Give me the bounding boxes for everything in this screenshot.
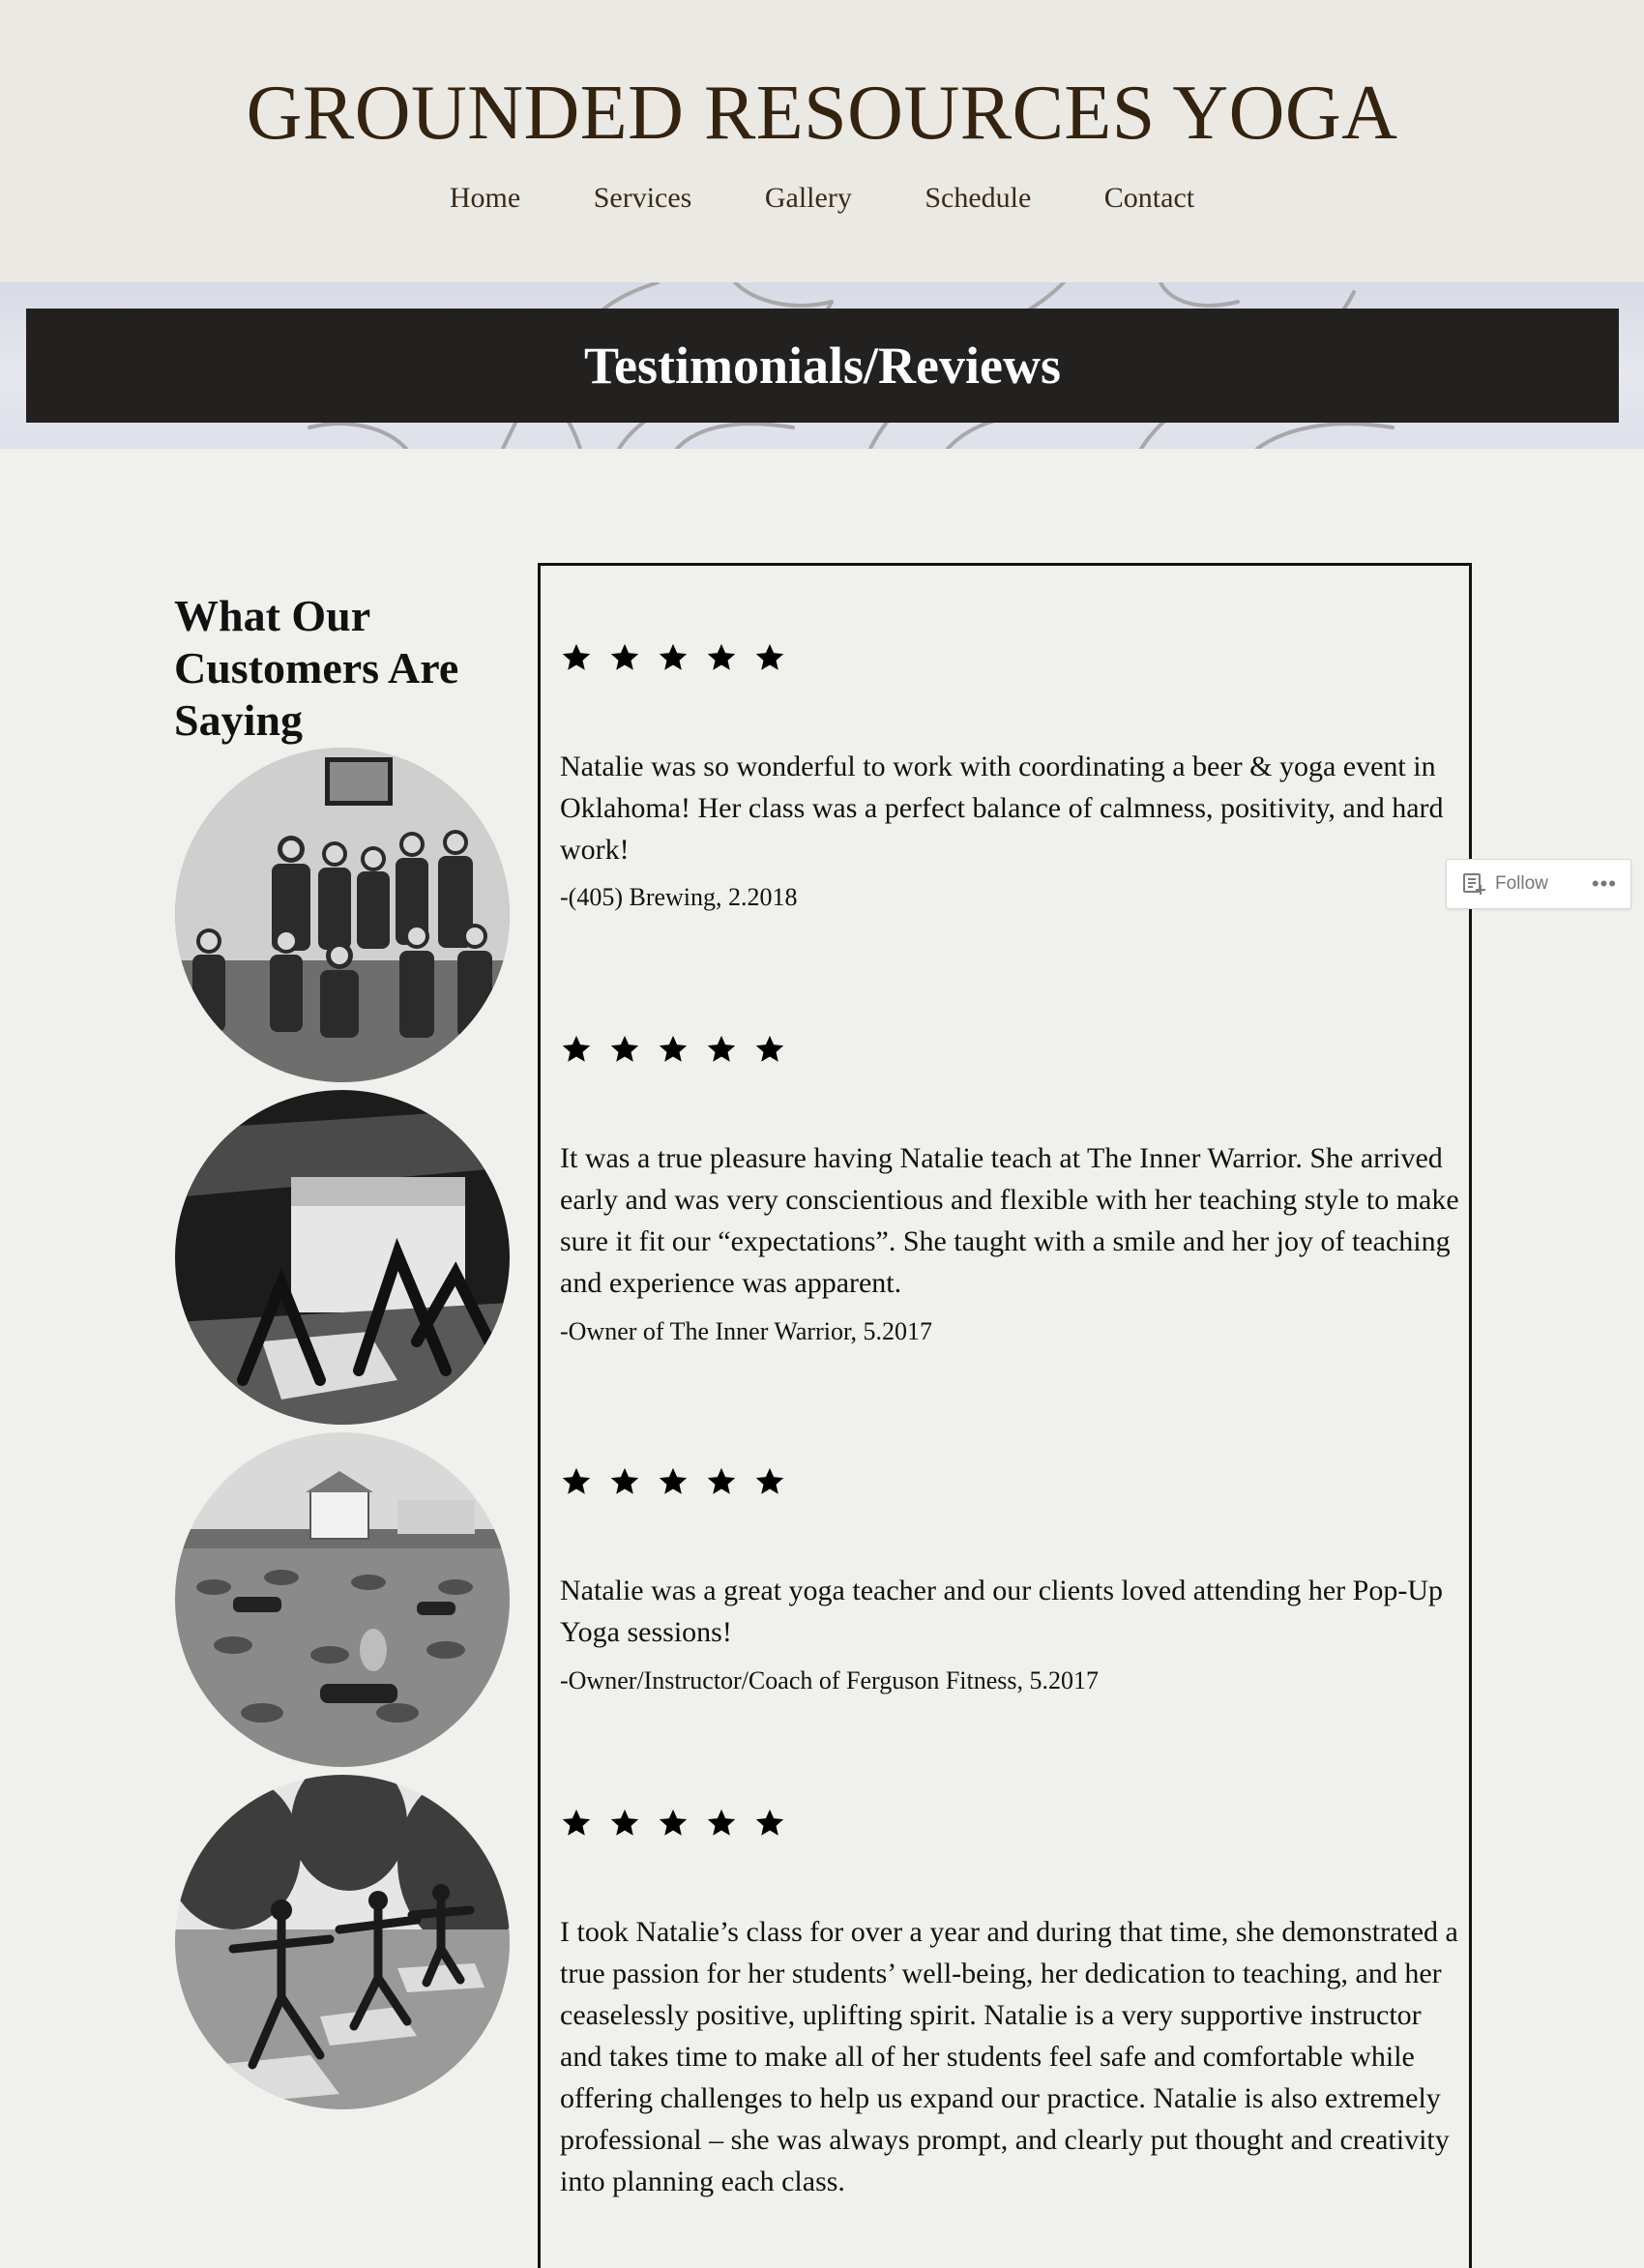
star-icon (562, 643, 591, 670)
page-title: Testimonials/Reviews (26, 309, 1619, 423)
star-icon (707, 1035, 736, 1062)
star-icon (610, 643, 639, 670)
follow-button[interactable]: Follow (1462, 871, 1548, 897)
reviews-box: Natalie was so wonderful to work with co… (538, 563, 1472, 2268)
group-photo[interactable] (175, 748, 510, 1082)
nav-item-home[interactable]: Home (450, 174, 520, 222)
star-icon (755, 1467, 784, 1494)
nav-item-schedule[interactable]: Schedule (925, 174, 1031, 222)
reader-follow-icon (1463, 873, 1485, 895)
follow-label: Follow (1495, 873, 1548, 894)
site-title[interactable]: GROUNDED RESOURCES YOGA (0, 60, 1644, 166)
star-icon (610, 1467, 639, 1494)
star-rating (560, 1033, 1459, 1068)
star-icon (610, 1035, 639, 1062)
outdoor-warrior-pose-photo[interactable] (175, 1775, 510, 2109)
site-header: GROUNDED RESOURCES YOGA Home Services Ga… (0, 0, 1644, 282)
main-nav: Home Services Gallery Schedule Contact (0, 174, 1644, 222)
star-icon (707, 1467, 736, 1494)
nav-item-gallery[interactable]: Gallery (765, 174, 852, 222)
star-icon (659, 1467, 688, 1494)
star-icon (659, 1809, 688, 1836)
studio-class-photo[interactable] (175, 1090, 510, 1425)
nav-item-services[interactable]: Services (594, 174, 692, 222)
star-icon (610, 1809, 639, 1836)
review-text: I took Natalie’s class for over a year a… (560, 1916, 1458, 2197)
star-icon (562, 1035, 591, 1062)
follow-widget: Follow ••• (1446, 859, 1631, 909)
review-text: It was a true pleasure having Natalie te… (560, 1142, 1459, 1299)
star-icon (755, 1809, 784, 1836)
star-icon (755, 1035, 784, 1062)
star-icon (562, 1467, 591, 1494)
review-item: It was a true pleasure having Natalie te… (560, 1033, 1459, 1345)
star-icon (707, 1809, 736, 1836)
hero-banner: Testimonials/Reviews (0, 282, 1644, 449)
star-icon (707, 643, 736, 670)
review-item: Natalie was a great yoga teacher and our… (560, 1465, 1459, 1694)
review-author: -Owner of The Inner Warrior, 5.2017 (560, 1317, 933, 1345)
star-icon (659, 1035, 688, 1062)
star-icon (562, 1809, 591, 1836)
sidebar-heading: What Our Customers Are Saying (174, 591, 459, 745)
lavender-field-class-photo[interactable] (175, 1432, 510, 1767)
review-text: Natalie was a great yoga teacher and our… (560, 1575, 1443, 1648)
star-rating (560, 1465, 1459, 1500)
ellipsis-icon[interactable]: ••• (1592, 871, 1617, 897)
star-rating (560, 1807, 1459, 1841)
review-text: Natalie was so wonderful to work with co… (560, 751, 1444, 866)
review-author: -Owner/Instructor/Coach of Ferguson Fitn… (560, 1666, 1100, 1694)
star-rating (560, 641, 1459, 676)
review-item: Natalie was so wonderful to work with co… (560, 641, 1459, 911)
nav-item-contact[interactable]: Contact (1104, 174, 1194, 222)
star-icon (755, 643, 784, 670)
review-item: I took Natalie’s class for over a year a… (560, 1807, 1459, 2197)
star-icon (659, 643, 688, 670)
review-author: -(405) Brewing, 2.2018 (560, 883, 798, 911)
